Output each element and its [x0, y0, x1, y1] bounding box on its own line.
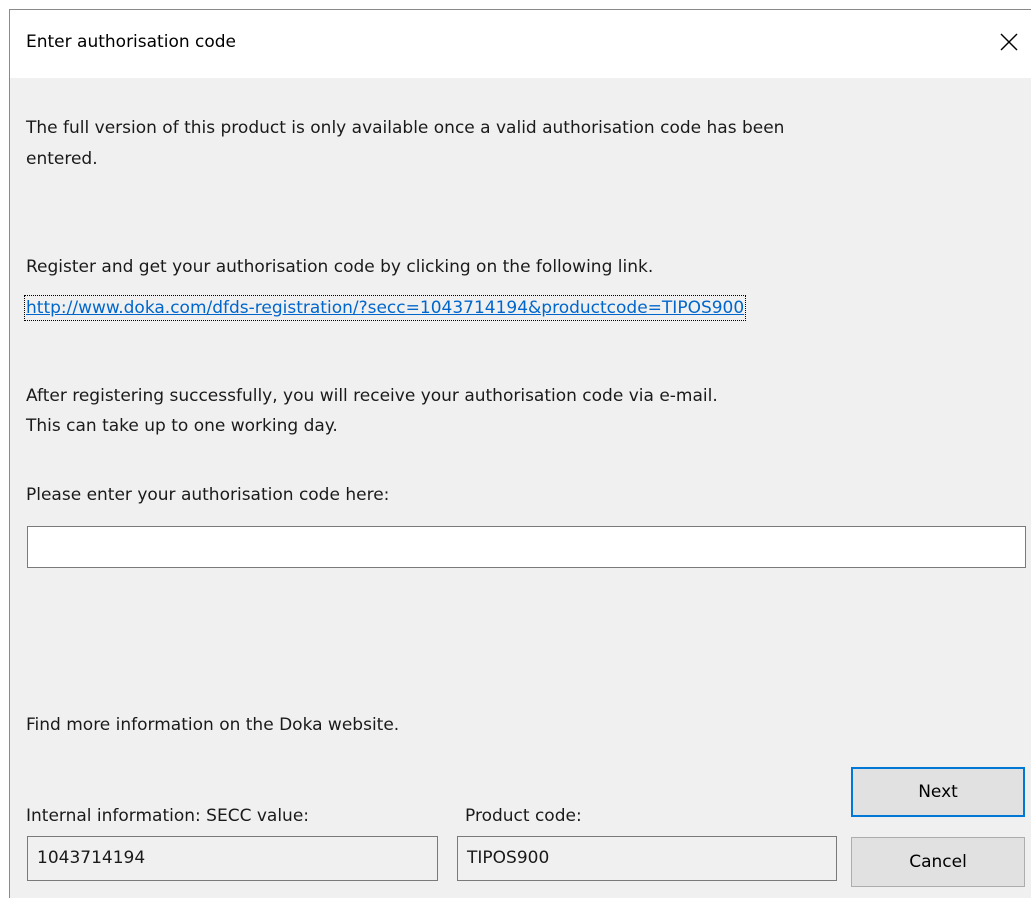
- after-register-line2: This can take up to one working day.: [26, 416, 338, 436]
- close-icon: [999, 32, 1019, 52]
- close-button[interactable]: [987, 20, 1031, 64]
- title-bar: Enter authorisation code: [10, 10, 1031, 78]
- dialog-title: Enter authorisation code: [26, 32, 237, 52]
- more-info-text: Find more information on the Doka websit…: [26, 715, 400, 735]
- next-button[interactable]: Next: [851, 767, 1025, 817]
- secc-value-field: 1043714194: [27, 836, 438, 881]
- cancel-button[interactable]: Cancel: [851, 837, 1025, 887]
- product-code-label: Product code:: [465, 806, 582, 826]
- authorisation-dialog: Enter authorisation code The full versio…: [9, 9, 1031, 898]
- product-code-field: TIPOS900: [457, 836, 837, 881]
- registration-link[interactable]: http://www.doka.com/dfds-registration/?s…: [23, 295, 747, 321]
- after-register-line1: After registering successfully, you will…: [26, 386, 718, 406]
- intro-text-line1: The full version of this product is only…: [26, 118, 785, 138]
- register-instruction: Register and get your authorisation code…: [26, 257, 654, 277]
- authorisation-code-input[interactable]: [27, 526, 1026, 568]
- intro-text-line2: entered.: [26, 149, 98, 169]
- code-prompt-label: Please enter your authorisation code her…: [26, 485, 390, 505]
- secc-label: Internal information: SECC value:: [26, 806, 310, 826]
